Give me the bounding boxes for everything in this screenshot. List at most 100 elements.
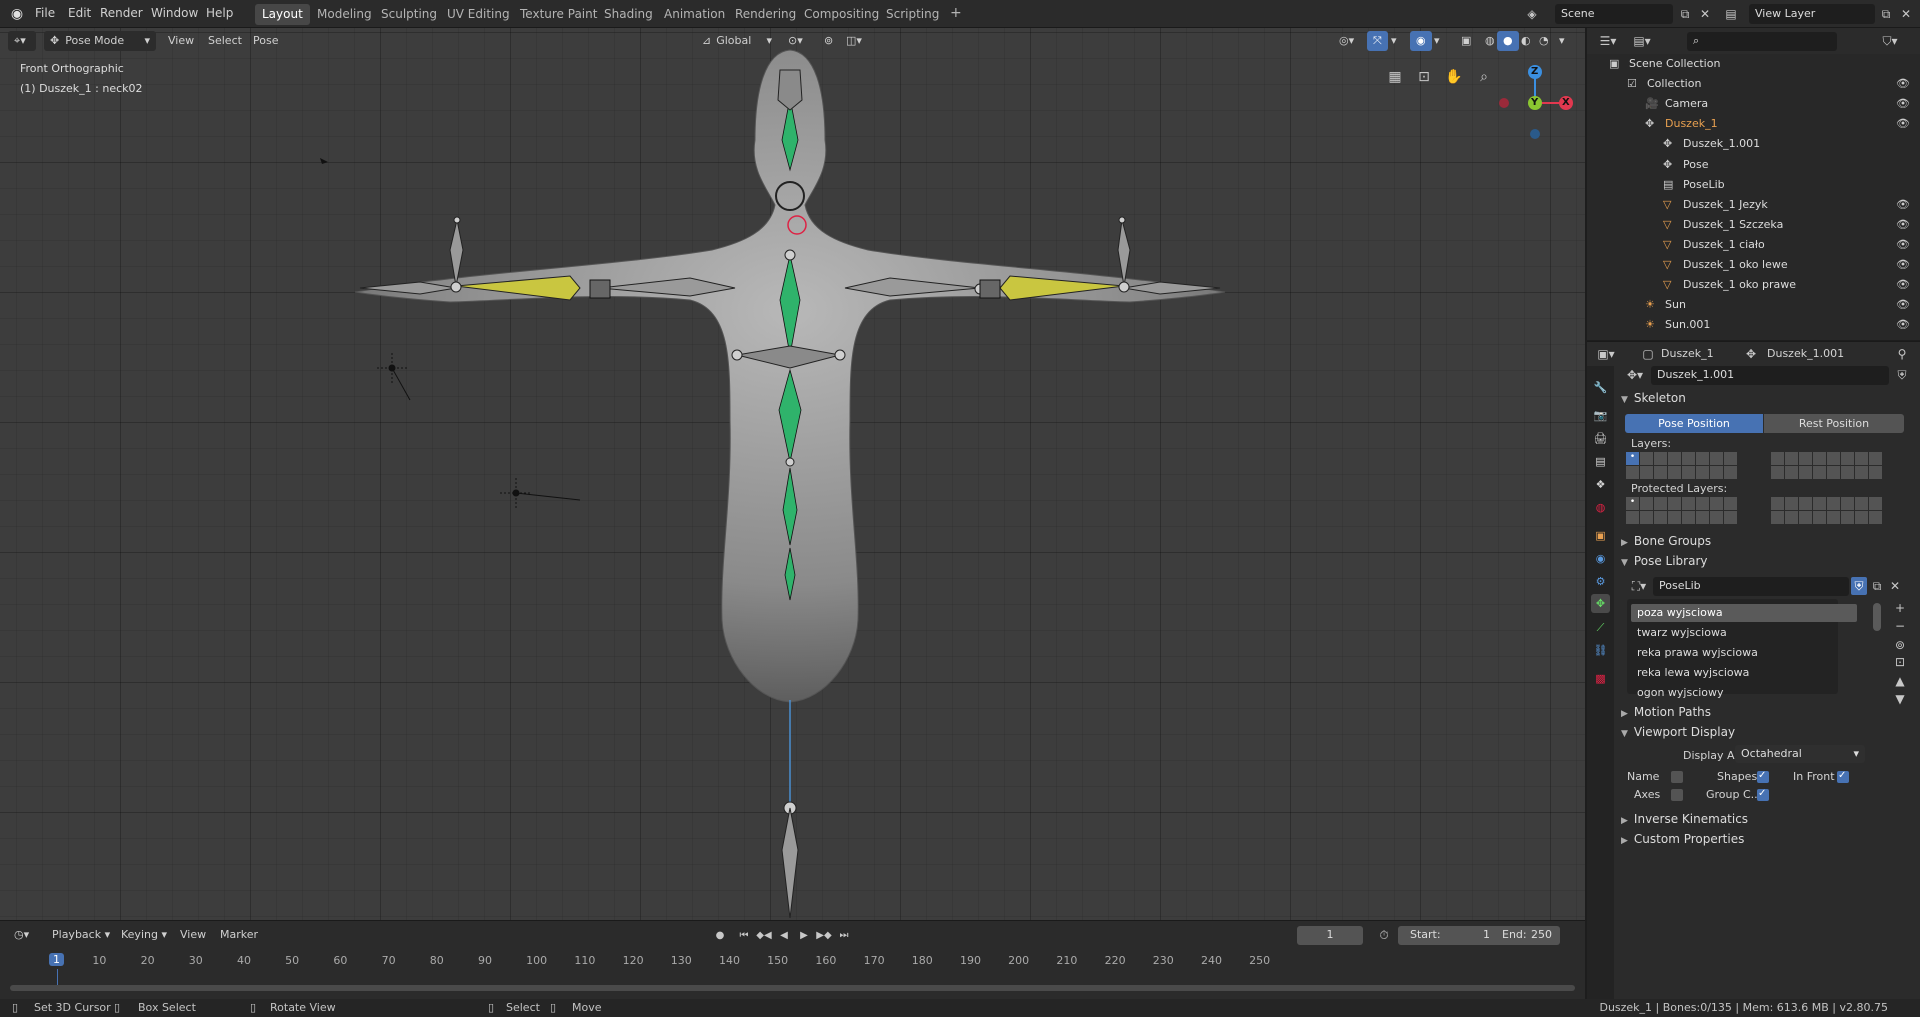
layer-cell[interactable] xyxy=(1626,511,1639,524)
layer-cell[interactable] xyxy=(1668,497,1681,510)
layer-cell[interactable] xyxy=(1682,452,1695,465)
layer-cell[interactable] xyxy=(1813,511,1826,524)
object-tab-icon[interactable]: ▣ xyxy=(1591,526,1610,545)
current-frame-field[interactable]: 1 xyxy=(1297,926,1363,945)
poselib-unlink-icon[interactable]: ✕ xyxy=(1887,577,1903,595)
grid-toggle-icon[interactable]: ▦ xyxy=(1384,66,1406,88)
layers-grid-right[interactable] xyxy=(1771,452,1882,479)
custom-properties-section-header[interactable]: ▶ Custom Properties xyxy=(1621,832,1744,846)
layer-cell[interactable] xyxy=(1785,452,1798,465)
layer-cell[interactable] xyxy=(1813,497,1826,510)
filter-icon[interactable]: ⛉▾ xyxy=(1877,32,1903,50)
outliner-row[interactable]: ▽ Duszek_1 oko prawe 👁 xyxy=(1587,275,1920,295)
overlays-dropdown[interactable]: ▾ xyxy=(1428,31,1446,51)
layer-cell[interactable] xyxy=(1785,511,1798,524)
layer-cell[interactable] xyxy=(1841,466,1854,479)
view-layer-field[interactable]: View Layer xyxy=(1749,4,1875,24)
menu-pose[interactable]: Pose xyxy=(247,31,284,51)
eye-icon[interactable]: 👁 xyxy=(1896,77,1910,90)
layer-cell[interactable] xyxy=(1827,466,1840,479)
sanitize-pose-icon[interactable]: ⊡ xyxy=(1892,654,1908,670)
eye-icon[interactable]: 👁 xyxy=(1896,238,1910,251)
eye-icon[interactable]: 👁 xyxy=(1896,198,1910,211)
layer-cell[interactable] xyxy=(1869,466,1882,479)
eye-icon[interactable]: 👁 xyxy=(1896,318,1910,331)
start-frame-field[interactable]: Start: 1 xyxy=(1398,926,1498,945)
tab-texture-paint[interactable]: Texture Paint xyxy=(513,4,604,25)
transform-orientation-dropdown[interactable]: ⊿ Global ▾ xyxy=(696,31,776,51)
outliner-row[interactable]: ▣ Scene Collection xyxy=(1587,54,1920,74)
layer-cell[interactable] xyxy=(1841,452,1854,465)
menu-playback[interactable]: Playback ▾ xyxy=(46,925,116,945)
layer-cell[interactable] xyxy=(1827,511,1840,524)
display-mode-icon[interactable]: ▤▾ xyxy=(1629,32,1655,50)
protected-grid-left[interactable]: • xyxy=(1626,497,1737,524)
pose-list-item[interactable]: reka lewa wyjsciowa xyxy=(1631,664,1857,682)
layer-cell[interactable] xyxy=(1827,497,1840,510)
pose-library-section-header[interactable]: ▼ Pose Library xyxy=(1621,554,1707,568)
blender-logo-icon[interactable]: ◉ xyxy=(8,5,26,23)
tab-compositing[interactable]: Compositing xyxy=(797,4,886,25)
view-layer-icon[interactable]: ▤ xyxy=(1722,5,1740,23)
layer-cell[interactable] xyxy=(1724,452,1737,465)
properties-type-icon[interactable]: ▣▾ xyxy=(1593,345,1619,363)
pan-hand-icon[interactable]: ✋ xyxy=(1443,66,1465,88)
layer-cell[interactable] xyxy=(1696,497,1709,510)
jump-end-icon[interactable]: ⏭ xyxy=(836,927,852,943)
texture-tab-icon[interactable]: ▩ xyxy=(1591,669,1610,688)
menu-help[interactable]: Help xyxy=(206,6,233,20)
camera-view-icon[interactable]: ⊡ xyxy=(1413,66,1435,88)
copy-view-layer-icon[interactable]: ⧉ xyxy=(1877,5,1895,23)
layer-cell[interactable] xyxy=(1654,511,1667,524)
tab-rendering[interactable]: Rendering xyxy=(728,4,803,25)
eye-icon[interactable]: 👁 xyxy=(1896,278,1910,291)
gizmo-dropdown[interactable]: ▾ xyxy=(1385,31,1403,51)
armature-data-icon[interactable]: ✥▾ xyxy=(1623,366,1647,384)
zoom-icon[interactable]: ⌕ xyxy=(1473,66,1495,88)
pose-list-item[interactable]: reka prawa wyjsciowa xyxy=(1631,644,1857,662)
layer-cell[interactable] xyxy=(1855,466,1868,479)
tab-shading[interactable]: Shading xyxy=(597,4,660,25)
outliner-row[interactable]: ✥ Duszek_1 👁 xyxy=(1587,114,1920,134)
close-view-layer-icon[interactable]: ✕ xyxy=(1897,5,1915,23)
menu-marker[interactable]: Marker xyxy=(214,925,264,945)
layer-cell[interactable] xyxy=(1771,466,1784,479)
rest-position-button[interactable]: Rest Position xyxy=(1764,414,1904,433)
layer-cell[interactable] xyxy=(1696,466,1709,479)
layer-cell[interactable] xyxy=(1813,452,1826,465)
layer-cell[interactable] xyxy=(1841,497,1854,510)
tool-tab-icon[interactable]: 🔧 xyxy=(1591,378,1610,397)
shapes-checkbox[interactable] xyxy=(1757,770,1769,783)
outliner-row[interactable]: ▽ Duszek_1 ciało 👁 xyxy=(1587,235,1920,255)
eye-icon[interactable]: 👁 xyxy=(1896,117,1910,130)
poselib-name-field[interactable]: PoseLib xyxy=(1653,577,1849,596)
add-pose-icon[interactable]: + xyxy=(1892,600,1908,616)
outliner-search-input[interactable]: ⌕ xyxy=(1687,32,1837,51)
layers-grid-left[interactable]: • xyxy=(1626,452,1737,479)
display-as-dropdown[interactable]: Octahedral ▾ xyxy=(1735,745,1865,763)
outliner-row[interactable]: ☀ Sun 👁 xyxy=(1587,295,1920,315)
layer-cell[interactable] xyxy=(1626,466,1639,479)
in-front-checkbox[interactable] xyxy=(1837,770,1849,783)
outliner-row[interactable]: ☀ Sun.001 👁 xyxy=(1587,315,1920,335)
layer-cell[interactable] xyxy=(1785,497,1798,510)
poselib-fake-user-icon[interactable]: ⛨ xyxy=(1851,577,1867,595)
view-layer-tab-icon[interactable]: ▤ xyxy=(1591,452,1610,471)
scene-tab-icon[interactable]: ❖ xyxy=(1591,475,1610,494)
apply-pose-icon[interactable]: ⊚ xyxy=(1892,637,1908,653)
timeline-type-button[interactable]: ◷▾ xyxy=(8,925,35,945)
inverse-kinematics-section-header[interactable]: ▶ Inverse Kinematics xyxy=(1621,812,1748,826)
eye-icon[interactable]: 👁 xyxy=(1896,97,1910,110)
scene-icon[interactable]: ◈ xyxy=(1523,5,1541,23)
bone-constraint-tab-icon[interactable]: ⛓ xyxy=(1591,641,1610,660)
eye-icon[interactable]: 👁 xyxy=(1896,258,1910,271)
tab-layout[interactable]: Layout xyxy=(255,4,310,25)
layer-cell[interactable] xyxy=(1724,466,1737,479)
skeleton-section-header[interactable]: ▼ Skeleton xyxy=(1621,391,1686,405)
layer-cell[interactable] xyxy=(1799,466,1812,479)
menu-window[interactable]: Window xyxy=(151,6,198,20)
layer-cell[interactable]: • xyxy=(1626,452,1639,465)
layer-cell[interactable] xyxy=(1682,511,1695,524)
layer-cell[interactable] xyxy=(1869,511,1882,524)
tab-sculpting[interactable]: Sculpting xyxy=(374,4,444,25)
